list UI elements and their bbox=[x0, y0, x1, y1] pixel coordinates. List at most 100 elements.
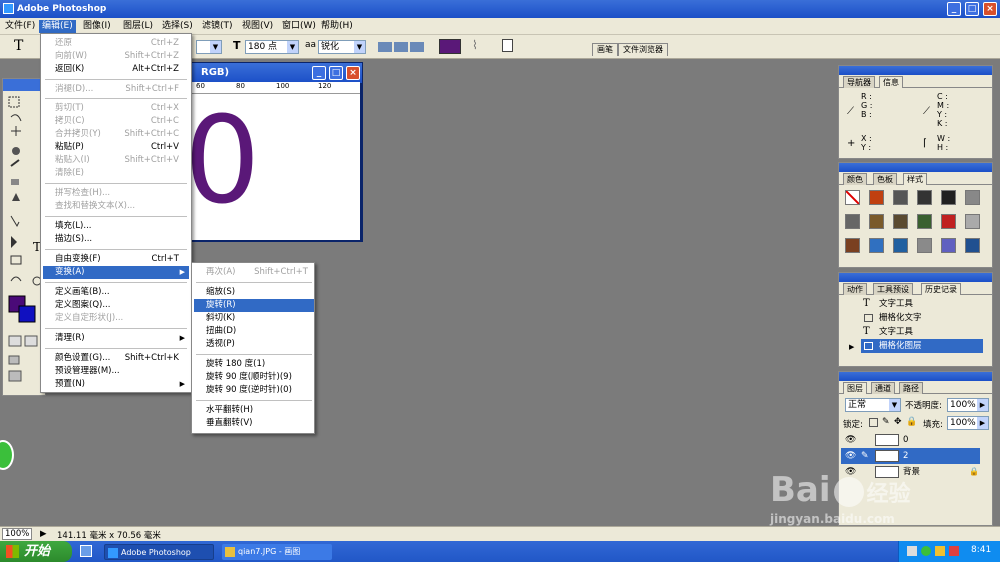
menu-item-paste[interactable]: 粘贴(P) Ctrl+V bbox=[43, 141, 189, 154]
menu-item-flip-vertical[interactable]: 垂直翻转(V) bbox=[194, 417, 314, 430]
maximize-icon[interactable]: □ bbox=[965, 2, 979, 16]
screen-mode-icon[interactable] bbox=[8, 355, 20, 365]
menu-item-step-backward[interactable]: 返回(K) Alt+Ctrl+Z bbox=[43, 63, 189, 76]
menu-item-define-shape[interactable]: 定义自定形状(J)... bbox=[43, 312, 189, 325]
menu-item-copy[interactable]: 拷贝(C) Ctrl+C bbox=[43, 115, 189, 128]
menu-item-spell-check[interactable]: 拼写检查(H)... bbox=[43, 187, 189, 200]
text-tool-icon[interactable]: T bbox=[14, 38, 23, 54]
layer-row[interactable]: 👁 0 bbox=[841, 432, 980, 448]
standard-mode-icon[interactable] bbox=[8, 335, 22, 347]
hand-tool-icon[interactable] bbox=[10, 276, 22, 282]
document-canvas[interactable]: 0 bbox=[182, 94, 360, 240]
path-select-tool-icon[interactable] bbox=[10, 215, 20, 228]
antialias-select[interactable]: 锐化 ▼ bbox=[318, 40, 366, 54]
tab-styles[interactable]: 样式 bbox=[903, 173, 927, 185]
start-button[interactable]: 开始 bbox=[0, 541, 72, 562]
menu-item-fill[interactable]: 填充(L)... bbox=[43, 220, 189, 233]
doc-minimize-icon[interactable]: _ bbox=[312, 66, 326, 80]
menu-image[interactable]: 图像(I) bbox=[80, 20, 114, 33]
stamp-tool-icon[interactable] bbox=[10, 159, 20, 167]
marquee-tool-icon[interactable] bbox=[8, 96, 20, 108]
align-center-icon[interactable] bbox=[394, 42, 408, 52]
menu-item-rotate-180[interactable]: 旋转 180 度(1) bbox=[194, 358, 314, 371]
menu-item-define-pattern[interactable]: 定义图案(Q)... bbox=[43, 299, 189, 312]
tab-history[interactable]: 历史记录 bbox=[921, 283, 961, 295]
opacity-input[interactable]: 100% ▶ bbox=[947, 398, 989, 412]
tab-file-browser[interactable]: 文件浏览器 bbox=[618, 43, 668, 56]
menu-item-cut[interactable]: 剪切(T) Ctrl+X bbox=[43, 102, 189, 115]
menu-item-again[interactable]: 再次(A) Shift+Ctrl+T bbox=[194, 266, 314, 279]
style-swatch[interactable] bbox=[869, 190, 884, 205]
zoom-input[interactable]: 100% bbox=[2, 528, 32, 540]
visibility-eye-icon[interactable]: 👁 bbox=[845, 448, 856, 464]
history-item[interactable]: T 文字工具 bbox=[861, 297, 983, 311]
style-swatch[interactable] bbox=[917, 214, 932, 229]
tab-swatches[interactable]: 色板 bbox=[873, 173, 897, 185]
menu-item-undo[interactable]: 还原 Ctrl+Z bbox=[43, 37, 189, 50]
menu-item-flip-horizontal[interactable]: 水平翻转(H) bbox=[194, 404, 314, 417]
status-arrow-icon[interactable]: ▶ bbox=[40, 529, 47, 539]
tab-brushes[interactable]: 画笔 bbox=[592, 43, 618, 56]
quickmask-mode-icon[interactable] bbox=[24, 335, 38, 347]
show-desktop-icon[interactable] bbox=[80, 545, 92, 557]
style-swatch[interactable] bbox=[893, 190, 908, 205]
tab-channels[interactable]: 通道 bbox=[871, 382, 895, 394]
menu-item-perspective[interactable]: 透视(P) bbox=[194, 338, 314, 351]
style-swatch[interactable] bbox=[917, 238, 932, 253]
menu-item-paste-into[interactable]: 粘贴入(I) Shift+Ctrl+V bbox=[43, 154, 189, 167]
layer-row-selected[interactable]: 👁 ✎ 2 bbox=[841, 448, 980, 464]
menu-item-rotate[interactable]: 旋转(R) bbox=[194, 299, 314, 312]
menu-file[interactable]: 文件(F) bbox=[2, 20, 38, 33]
tray-icon[interactable] bbox=[907, 546, 917, 556]
healing-tool-icon[interactable] bbox=[12, 147, 20, 155]
menu-item-skew[interactable]: 斜切(K) bbox=[194, 312, 314, 325]
lock-transparency-icon[interactable] bbox=[869, 418, 878, 427]
style-swatch[interactable] bbox=[965, 214, 980, 229]
lasso-tool-icon[interactable] bbox=[10, 114, 22, 122]
menu-window[interactable]: 窗口(W) bbox=[279, 20, 319, 33]
tab-navigator[interactable]: 导航器 bbox=[843, 76, 875, 88]
blend-mode-select[interactable]: 正常 ▼ bbox=[845, 398, 901, 412]
tab-layers[interactable]: 图层 bbox=[843, 382, 867, 394]
history-item-selected[interactable]: 栅格化图层 bbox=[861, 339, 983, 353]
menu-item-fade[interactable]: 消褪(D)... Shift+Ctrl+F bbox=[43, 83, 189, 96]
style-swatch[interactable] bbox=[845, 214, 860, 229]
tab-color[interactable]: 颜色 bbox=[843, 173, 867, 185]
style-swatch[interactable] bbox=[917, 190, 932, 205]
style-swatch[interactable] bbox=[965, 190, 980, 205]
style-swatch[interactable] bbox=[941, 214, 956, 229]
style-swatch[interactable] bbox=[941, 238, 956, 253]
tab-info[interactable]: 信息 bbox=[879, 76, 903, 88]
menu-item-free-transform[interactable]: 自由变换(F) Ctrl+T bbox=[43, 253, 189, 266]
blur-tool-icon[interactable] bbox=[12, 193, 20, 201]
style-swatch[interactable] bbox=[869, 214, 884, 229]
menu-item-transform[interactable]: 变换(A) ▶ bbox=[43, 266, 189, 279]
menu-item-copy-merged[interactable]: 合并拷贝(Y) Shift+Ctrl+C bbox=[43, 128, 189, 141]
menu-item-clear[interactable]: 清除(E) bbox=[43, 167, 189, 180]
menu-item-distort[interactable]: 扭曲(D) bbox=[194, 325, 314, 338]
tab-tool-presets[interactable]: 工具预设 bbox=[873, 283, 913, 295]
notes-tool-icon[interactable] bbox=[10, 255, 22, 265]
menu-view[interactable]: 视图(V) bbox=[239, 20, 276, 33]
background-color-icon[interactable] bbox=[18, 305, 36, 323]
tab-paths[interactable]: 路径 bbox=[899, 382, 923, 394]
menu-item-color-settings[interactable]: 颜色设置(G)... Shift+Ctrl+K bbox=[43, 352, 189, 365]
menu-item-purge[interactable]: 清理(R) ▶ bbox=[43, 332, 189, 345]
tray-icon[interactable] bbox=[949, 546, 959, 556]
eraser-tool-icon[interactable] bbox=[11, 179, 19, 185]
align-left-icon[interactable] bbox=[378, 42, 392, 52]
font-style-select[interactable]: ▼ bbox=[196, 40, 222, 54]
menu-item-rotate-90-cw[interactable]: 旋转 90 度(顺时针)(9) bbox=[194, 371, 314, 384]
menu-help[interactable]: 帮助(H) bbox=[318, 20, 356, 33]
imageready-icon[interactable] bbox=[8, 370, 22, 382]
menu-layer[interactable]: 图层(L) bbox=[120, 20, 156, 33]
menu-item-preferences[interactable]: 预置(N) ▶ bbox=[43, 378, 189, 391]
style-swatch[interactable] bbox=[941, 190, 956, 205]
style-swatch[interactable] bbox=[965, 238, 980, 253]
history-item[interactable]: T 文字工具 bbox=[861, 325, 983, 339]
style-swatch[interactable] bbox=[893, 214, 908, 229]
style-swatch[interactable] bbox=[893, 238, 908, 253]
floating-widget-icon[interactable] bbox=[0, 440, 14, 470]
menu-item-find-replace[interactable]: 查找和替换文本(X)... bbox=[43, 200, 189, 213]
visibility-eye-icon[interactable]: 👁 bbox=[845, 432, 856, 448]
